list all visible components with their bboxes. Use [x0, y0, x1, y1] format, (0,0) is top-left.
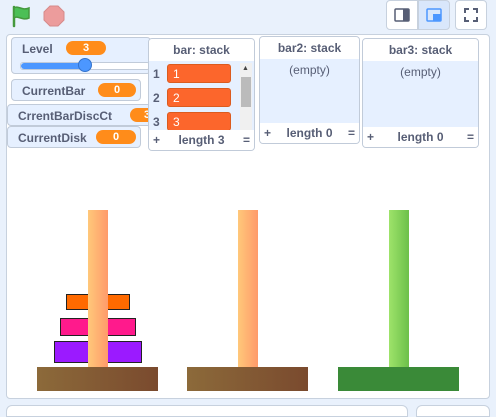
list-item[interactable]: 2 2 [149, 88, 254, 108]
list-item-value[interactable]: 1 [167, 64, 231, 83]
sprite-pane[interactable] [6, 405, 408, 417]
bar3-list-footer: + length 0 = [363, 127, 478, 147]
tower1-pole [88, 210, 108, 367]
level-slider-fill [21, 63, 85, 69]
tower3-pole [389, 210, 409, 367]
fullscreen-icon [464, 8, 478, 22]
current-bar-value: 0 [98, 83, 136, 97]
list-index: 1 [153, 67, 160, 81]
large-stage-icon [426, 8, 442, 22]
tower1-base [37, 367, 158, 391]
level-label: Level [22, 42, 53, 56]
list-item[interactable]: 3 3 [149, 112, 254, 132]
level-value: 3 [66, 41, 106, 55]
stage[interactable]: Level 3 CurrentBar 0 CrrentBarDiscCt 3 C… [6, 34, 490, 399]
bar2-list-length: length 0 [286, 126, 333, 140]
small-stage-button[interactable] [386, 0, 418, 30]
green-flag-icon[interactable] [10, 4, 34, 28]
level-slider-knob[interactable] [78, 58, 92, 72]
stage-header [0, 0, 496, 33]
current-disk-label: CurrentDisk [18, 131, 87, 145]
bar2-list-empty: (empty) [289, 63, 330, 77]
list-index: 2 [153, 91, 160, 105]
bar2-list-footer: + length 0 = [260, 123, 359, 143]
level-monitor: Level 3 [11, 37, 151, 74]
scroll-up-icon[interactable]: ▲ [242, 65, 249, 72]
current-bar-disc-ct-label: CrrentBarDiscCt [18, 109, 113, 123]
resize-handle[interactable]: = [348, 123, 355, 143]
stop-icon[interactable] [42, 4, 66, 28]
bar-list-title: bar: stack [149, 39, 254, 61]
bar2-list-monitor: bar2: stack (empty) + length 0 = [259, 36, 360, 144]
bar3-list-monitor: bar3: stack (empty) + length 0 = [362, 38, 479, 148]
list-index: 3 [153, 115, 160, 129]
bar-list-length: length 3 [178, 133, 225, 147]
resize-handle[interactable]: = [467, 127, 474, 147]
scroll-thumb[interactable] [241, 77, 251, 107]
current-bar-monitor: CurrentBar 0 [11, 79, 141, 101]
small-stage-icon [394, 8, 410, 22]
bar3-list-title: bar3: stack [363, 39, 478, 61]
current-disk-value: 0 [96, 130, 136, 144]
tower2-base [187, 367, 308, 391]
bar-list-scrollbar[interactable]: ▲ ▼ [240, 63, 252, 139]
current-bar-label: CurrentBar [22, 84, 86, 98]
resize-handle[interactable]: = [243, 130, 250, 150]
level-slider[interactable] [20, 58, 150, 72]
bar-list-monitor: bar: stack 1 1 2 2 3 3 ▲ ▼ + length 3 = [148, 38, 255, 151]
current-disk-monitor: CurrentDisk 0 [7, 126, 141, 148]
tower2-pole [238, 210, 258, 367]
bar3-list-empty: (empty) [400, 65, 441, 79]
tower3-base [338, 367, 459, 391]
stage-pane[interactable] [416, 405, 490, 417]
list-item[interactable]: 1 1 [149, 64, 254, 84]
bar3-list-length: length 0 [397, 130, 444, 144]
bar-list-footer: + length 3 = [149, 130, 254, 150]
list-item-value[interactable]: 3 [167, 112, 231, 131]
list-item-value[interactable]: 2 [167, 88, 231, 107]
bar2-list-title: bar2: stack [260, 37, 359, 59]
large-stage-button[interactable] [418, 0, 450, 30]
bottom-panel [0, 400, 496, 417]
fullscreen-button[interactable] [455, 0, 487, 30]
current-bar-disc-ct-monitor: CrrentBarDiscCt 3 [7, 104, 167, 126]
